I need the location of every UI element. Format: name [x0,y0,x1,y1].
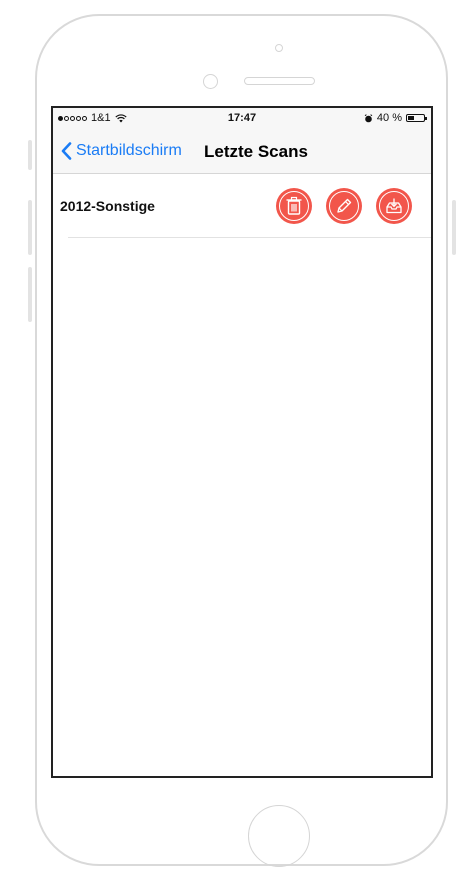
trash-icon [286,196,302,215]
row-divider [68,237,431,238]
battery-percent: 40 % [376,112,402,124]
edit-button[interactable] [326,188,362,224]
alarm-icon [364,113,373,122]
page-title: Letzte Scans [204,142,308,161]
delete-button[interactable] [276,188,312,224]
screen: 1&1 17:47 40 % Startbildschirm Letzte Sc… [51,106,433,778]
power-button [452,200,456,255]
earpiece-speaker [244,77,315,85]
export-button[interactable] [376,188,412,224]
mute-switch [28,140,32,170]
back-button-label: Startbildschirm [76,142,182,159]
chevron-left-icon [61,142,72,160]
navigation-bar: Startbildschirm Letzte Scans [53,130,431,174]
volume-up-button [28,200,32,255]
home-button[interactable] [248,805,310,867]
list-item-label: 2012-Sonstige [60,198,155,214]
back-button[interactable]: Startbildschirm [61,142,182,160]
status-right: 40 % [364,112,427,124]
inbox-download-icon [386,198,402,214]
status-bar: 1&1 17:47 40 % [53,108,431,130]
proximity-sensor [203,74,218,89]
pencil-icon [337,198,352,213]
front-camera [275,44,283,52]
list-item[interactable]: 2012-Sonstige [53,174,431,238]
volume-down-button [28,267,32,322]
battery-icon [406,114,427,122]
